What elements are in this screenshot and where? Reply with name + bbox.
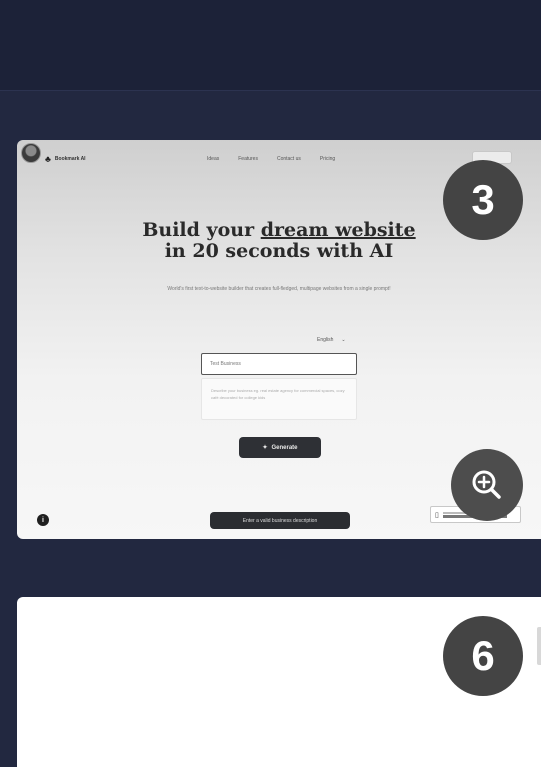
nav-item-pricing[interactable]: Pricing — [320, 156, 335, 162]
brand-logo-icon: ♣ — [45, 154, 51, 164]
preview-nav: Ideas Features Contact us Pricing — [207, 156, 335, 162]
info-icon[interactable]: i — [37, 514, 49, 526]
language-select[interactable]: English ⌄ — [317, 337, 346, 343]
nav-item-contact[interactable]: Contact us — [277, 156, 301, 162]
brand-logo[interactable]: ♣ Bookmark AI — [45, 154, 86, 164]
zoom-in-icon — [472, 470, 501, 499]
chevron-down-icon: ⌄ — [341, 337, 346, 343]
brand-name: Bookmark AI — [54, 156, 86, 162]
top-bar — [0, 0, 541, 91]
sparkle-icon: ✦ — [262, 445, 268, 451]
business-name-input[interactable]: Test Business — [201, 353, 357, 375]
card-edge — [537, 627, 541, 665]
user-avatar[interactable] — [21, 143, 41, 163]
card-6-number: 6 — [443, 616, 523, 696]
badge-icon: ▯ — [435, 511, 439, 519]
hero-subtitle: World's first text-to-website builder th… — [167, 286, 391, 292]
headline-highlight: dream website — [260, 219, 416, 241]
card-3-number: 3 — [443, 160, 523, 240]
language-value: English — [317, 337, 334, 343]
headline-text-a: Build your — [142, 219, 261, 241]
zoom-button[interactable] — [451, 449, 523, 521]
business-description-input[interactable]: Describe your business eg. real estate a… — [201, 378, 357, 420]
nav-item-features[interactable]: Features — [238, 156, 258, 162]
generate-button[interactable]: ✦ Generate — [239, 437, 321, 458]
generate-label: Generate — [271, 444, 298, 451]
error-toast: Enter a valid business description — [210, 512, 350, 529]
nav-item-ideas[interactable]: Ideas — [207, 156, 219, 162]
headline-line-2: in 20 seconds with AI — [164, 240, 394, 262]
